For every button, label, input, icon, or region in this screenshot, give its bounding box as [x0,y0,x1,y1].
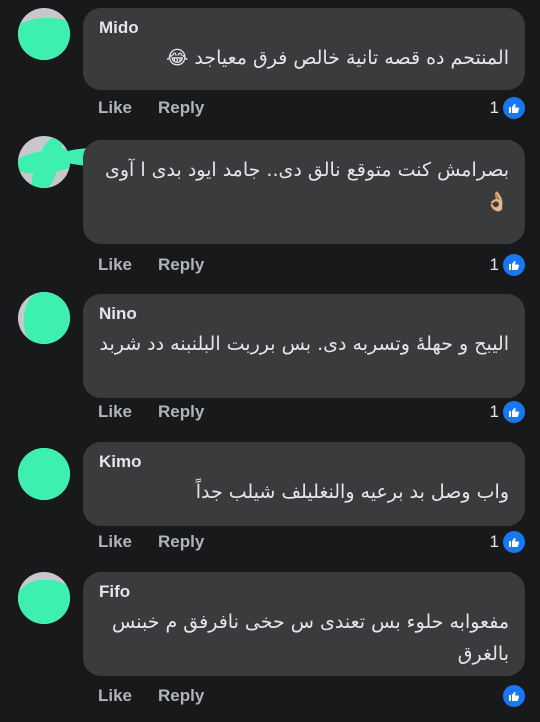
thumbs-up-icon [503,401,525,423]
avatar[interactable] [18,572,70,624]
reply-button[interactable]: Reply [158,255,204,275]
comment-actions: Like Reply 1 [98,253,525,277]
comment-author[interactable]: Nino [99,304,509,324]
comment-text: اليبح و حهلهٔ وتسربه دی. بس برربت البلنب… [99,333,509,355]
comment-text: مفعوابه حلوء بس تعندی س حخی نافرفق م خبن… [112,611,509,665]
reply-button[interactable]: Reply [158,532,204,552]
comment-author[interactable]: Mido [99,18,509,38]
like-button[interactable]: Like [98,402,132,422]
thumbs-up-icon [503,97,525,119]
reply-button[interactable]: Reply [158,402,204,422]
comment-text: بصرامش كنت متوقع نالق دى.. جامد ايود بدى… [104,159,509,213]
comment-text: المنتحم ده قصه تانية خالص فرق معياجد 😂 [166,47,509,69]
reply-button[interactable]: Reply [158,98,204,118]
comment-author[interactable]: Kimo [99,452,509,472]
comment-author[interactable]: Fifo [99,582,509,602]
comment-bubble: Kimo واب وصل بد برعيه والنغليلف شيلب جدا… [83,442,525,526]
comment-bubble: بصرامش كنت متوقع نالق دى.. جامد ايود بدى… [83,140,525,244]
reactions-summary[interactable] [499,684,525,708]
reaction-count: 1 [489,98,499,117]
like-button[interactable]: Like [98,686,132,706]
like-button[interactable]: Like [98,255,132,275]
thumbs-up-icon [503,685,525,707]
like-button[interactable]: Like [98,532,132,552]
reactions-summary[interactable]: 1 [490,530,525,554]
avatar[interactable] [18,8,70,60]
comment-actions: Like Reply 1 [98,400,525,424]
avatar[interactable] [18,292,70,344]
reply-button[interactable]: Reply [158,686,204,706]
comment-actions: Like Reply [98,684,525,708]
avatar[interactable] [18,448,70,500]
reactions-summary[interactable]: 1 [490,253,525,277]
reactions-summary[interactable]: 1 [490,400,525,424]
comment-bubble: Fifo مفعوابه حلوء بس تعندی س حخی نافرفق … [83,572,525,676]
avatar[interactable] [18,136,70,188]
comment-text: واب وصل بد برعيه والنغليلف شيلب جداً [195,481,509,503]
reaction-count: 1 [489,532,499,551]
reaction-count: 1 [489,402,499,421]
comment-actions: Like Reply 1 [98,96,525,120]
comment-bubble: Nino اليبح و حهلهٔ وتسربه دی. بس برربت ا… [83,294,525,398]
comment-actions: Like Reply 1 [98,530,525,554]
comment-bubble: Mido المنتحم ده قصه تانية خالص فرق معياج… [83,8,525,90]
thumbs-up-icon [503,531,525,553]
reaction-count: 1 [489,255,499,274]
like-button[interactable]: Like [98,98,132,118]
thumbs-up-icon [503,254,525,276]
reactions-summary[interactable]: 1 [490,96,525,120]
